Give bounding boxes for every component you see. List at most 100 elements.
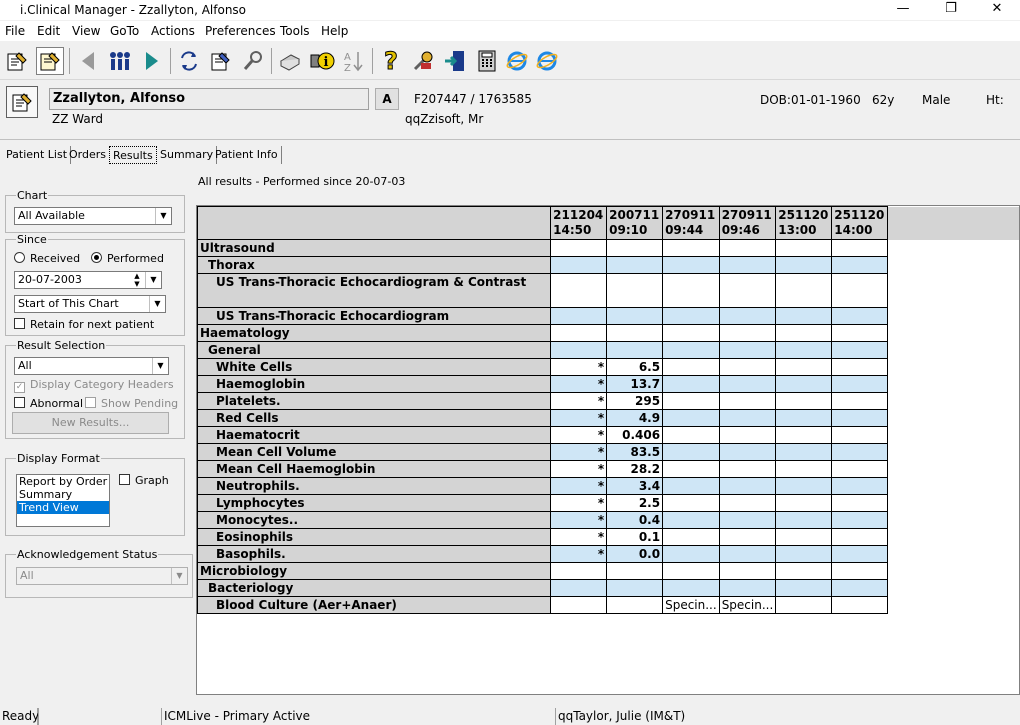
ack-status-select[interactable]: All ▼	[16, 567, 188, 585]
result-cell[interactable]	[831, 273, 889, 308]
result-cell[interactable]	[662, 443, 720, 461]
result-cell[interactable]: 3.4	[606, 477, 664, 495]
result-cell[interactable]: Specin...	[718, 596, 777, 614]
menu-goto[interactable]: GoTo	[110, 24, 139, 38]
result-cell[interactable]	[775, 239, 833, 257]
result-cell[interactable]: Specin...	[662, 596, 720, 614]
result-cell[interactable]	[662, 511, 720, 529]
result-cell[interactable]	[831, 443, 889, 461]
result-cell[interactable]	[831, 392, 889, 410]
result-cell[interactable]: *	[550, 511, 608, 529]
result-cell[interactable]	[718, 528, 777, 546]
patient-chart-icon[interactable]	[6, 86, 38, 118]
result-cell[interactable]	[662, 494, 720, 512]
result-cell[interactable]	[775, 392, 833, 410]
sort-az-icon[interactable]: AZ	[339, 47, 367, 75]
result-cell[interactable]: *	[550, 443, 608, 461]
row-header[interactable]: Mean Cell Volume	[196, 443, 552, 461]
result-cell[interactable]	[831, 562, 889, 580]
row-header[interactable]: Eosinophils	[196, 528, 552, 546]
back-arrow-icon[interactable]	[74, 47, 102, 75]
patient-group-icon[interactable]	[106, 47, 134, 75]
result-cell[interactable]: 2.5	[606, 494, 664, 512]
chevron-down-icon[interactable]: ▼	[152, 358, 168, 374]
result-cell[interactable]: *	[550, 477, 608, 495]
list-item[interactable]: Report by Order	[17, 475, 109, 488]
result-cell[interactable]	[662, 273, 720, 308]
result-cell[interactable]	[718, 443, 777, 461]
result-cell[interactable]	[718, 239, 777, 257]
result-cell[interactable]	[775, 596, 833, 614]
result-cell[interactable]	[831, 375, 889, 393]
menu-edit[interactable]: Edit	[37, 24, 60, 38]
result-cell[interactable]	[775, 460, 833, 478]
result-cell[interactable]	[718, 375, 777, 393]
column-header[interactable]: 270911 09:44	[662, 206, 720, 240]
tab-results[interactable]: Results	[109, 146, 157, 164]
result-cell[interactable]	[662, 358, 720, 376]
row-header[interactable]: Haematocrit	[196, 426, 552, 444]
result-cell[interactable]	[718, 562, 777, 580]
internet-explorer-icon[interactable]	[503, 47, 531, 75]
result-cell[interactable]	[662, 375, 720, 393]
row-header[interactable]: US Trans-Thoracic Echocardiogram	[196, 307, 552, 325]
row-header[interactable]: Microbiology	[196, 562, 552, 580]
result-cell[interactable]	[718, 273, 777, 308]
result-cell[interactable]	[606, 341, 664, 359]
chevron-down-icon[interactable]: ▼	[145, 272, 161, 288]
chevron-down-icon[interactable]: ▼	[171, 568, 187, 584]
row-header[interactable]: Basophils.	[196, 545, 552, 563]
row-header[interactable]: Blood Culture (Aer+Anaer)	[196, 596, 552, 614]
result-cell[interactable]	[550, 256, 608, 274]
result-cell[interactable]	[831, 460, 889, 478]
result-cell[interactable]	[831, 579, 889, 597]
result-cell[interactable]: *	[550, 358, 608, 376]
result-cell[interactable]	[550, 341, 608, 359]
result-cell[interactable]	[662, 307, 720, 325]
result-cell[interactable]	[831, 324, 889, 342]
results-grid[interactable]: 211204 14:50 200711 09:10 270911 09:44 270911 0…	[196, 205, 1020, 695]
result-cell[interactable]	[831, 256, 889, 274]
result-cell[interactable]: 4.9	[606, 409, 664, 427]
tab-orders[interactable]: Orders	[66, 146, 110, 164]
tab-summary[interactable]: Summary	[157, 146, 218, 164]
graph-checkbox[interactable]: Graph	[119, 474, 169, 487]
row-header[interactable]: White Cells	[196, 358, 552, 376]
result-cell[interactable]	[606, 256, 664, 274]
result-cell[interactable]	[550, 307, 608, 325]
result-cell[interactable]	[718, 392, 777, 410]
result-cell[interactable]	[718, 409, 777, 427]
result-cell[interactable]	[606, 562, 664, 580]
result-cell[interactable]	[775, 358, 833, 376]
result-cell[interactable]	[662, 545, 720, 563]
column-header[interactable]: 270911 09:46	[718, 206, 777, 240]
row-header[interactable]: Red Cells	[196, 409, 552, 427]
result-cell[interactable]	[662, 460, 720, 478]
calculator-icon[interactable]	[473, 47, 501, 75]
alert-button[interactable]: A	[375, 88, 399, 110]
result-cell[interactable]	[662, 324, 720, 342]
result-cell[interactable]	[775, 324, 833, 342]
result-cell[interactable]	[718, 358, 777, 376]
row-header[interactable]: Lymphocytes	[196, 494, 552, 512]
result-cell[interactable]	[831, 239, 889, 257]
row-header[interactable]: US Trans-Thoracic Echocardiogram & Contr…	[196, 273, 552, 308]
result-cell[interactable]	[550, 273, 608, 308]
chart-select[interactable]: All Available ▼	[14, 207, 172, 225]
result-selection-select[interactable]: All ▼	[14, 357, 169, 375]
result-cell[interactable]	[550, 562, 608, 580]
received-radio[interactable]: Received	[14, 252, 80, 265]
result-cell[interactable]	[775, 562, 833, 580]
result-cell[interactable]: 0.406	[606, 426, 664, 444]
since-range-select[interactable]: Start of This Chart ▼	[14, 295, 166, 313]
result-cell[interactable]	[831, 341, 889, 359]
result-cell[interactable]	[775, 443, 833, 461]
result-cell[interactable]	[775, 511, 833, 529]
tab-patient-info[interactable]: Patient Info	[212, 146, 282, 164]
result-cell[interactable]	[606, 324, 664, 342]
result-cell[interactable]	[662, 239, 720, 257]
display-format-list[interactable]: Report by Order Summary Trend View	[16, 474, 110, 527]
result-cell[interactable]	[718, 341, 777, 359]
menu-actions[interactable]: Actions	[151, 24, 195, 38]
result-cell[interactable]	[831, 307, 889, 325]
